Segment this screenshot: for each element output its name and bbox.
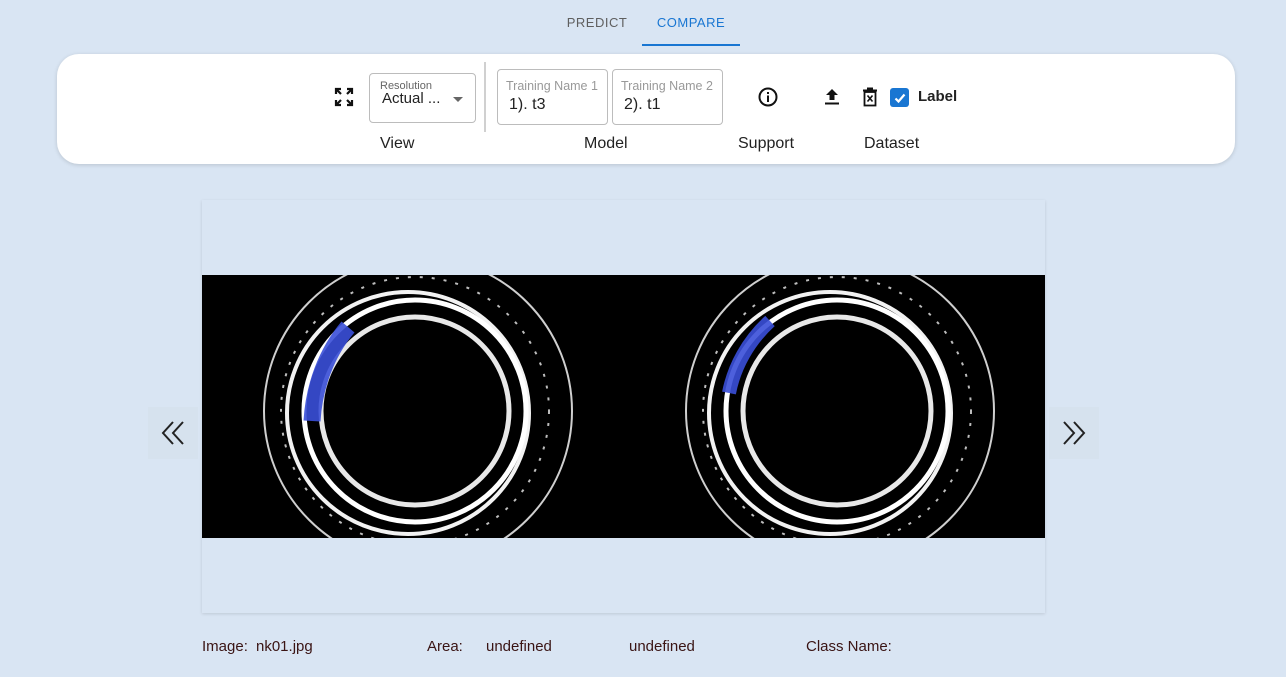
chevron-down-icon: [453, 97, 463, 102]
tab-bar: PREDICT COMPARE: [0, 0, 1286, 46]
upload-icon: [825, 89, 839, 105]
support-info-button[interactable]: [751, 80, 785, 114]
fullscreen-button[interactable]: [327, 80, 361, 114]
toolbar: Resolution Actual ... Training Name 1 1)…: [57, 54, 1235, 164]
image-filename: nk01.jpg: [256, 638, 313, 655]
area-label: Area:: [427, 638, 463, 655]
toolbar-divider: [484, 62, 486, 132]
info-icon: [758, 87, 778, 107]
view-group-label: View: [380, 135, 415, 152]
upload-button[interactable]: [815, 80, 849, 114]
tab-predict[interactable]: PREDICT: [554, 0, 640, 46]
resolution-select[interactable]: Resolution Actual ...: [369, 73, 476, 123]
training-name-1-field[interactable]: Training Name 1 1). t3: [497, 69, 608, 125]
double-chevron-right-icon: [1063, 421, 1086, 445]
fullscreen-icon: [334, 87, 354, 107]
training-name-2-value: 2). t1: [624, 96, 661, 113]
resolution-value: Actual ...: [382, 90, 441, 107]
comparison-image-graphic: [202, 275, 1045, 538]
delete-icon: [863, 87, 877, 107]
delete-button[interactable]: [853, 80, 887, 114]
comparison-image: [202, 275, 1045, 538]
training-name-1-value: 1). t3: [509, 96, 546, 113]
next-image-button[interactable]: [1049, 407, 1099, 459]
label-checkbox-label[interactable]: Label: [918, 88, 957, 105]
support-group-label: Support: [738, 135, 795, 152]
double-chevron-left-icon: [161, 421, 184, 445]
previous-image-button[interactable]: [148, 407, 198, 459]
training-name-2-label: Training Name 2: [621, 79, 713, 93]
training-name-2-field[interactable]: Training Name 2 2). t1: [612, 69, 723, 125]
check-icon: [894, 93, 905, 103]
label-checkbox[interactable]: [890, 88, 909, 107]
area-value-1: undefined: [486, 638, 552, 655]
tab-compare[interactable]: COMPARE: [642, 0, 740, 46]
class-name-label: Class Name:: [806, 638, 892, 655]
dataset-group-label: Dataset: [864, 135, 920, 152]
training-name-1-label: Training Name 1: [506, 79, 598, 93]
image-viewer: [202, 200, 1045, 613]
area-value-2: undefined: [629, 638, 695, 655]
model-group-label: Model: [584, 135, 628, 152]
image-info-label: Image:: [202, 638, 248, 655]
